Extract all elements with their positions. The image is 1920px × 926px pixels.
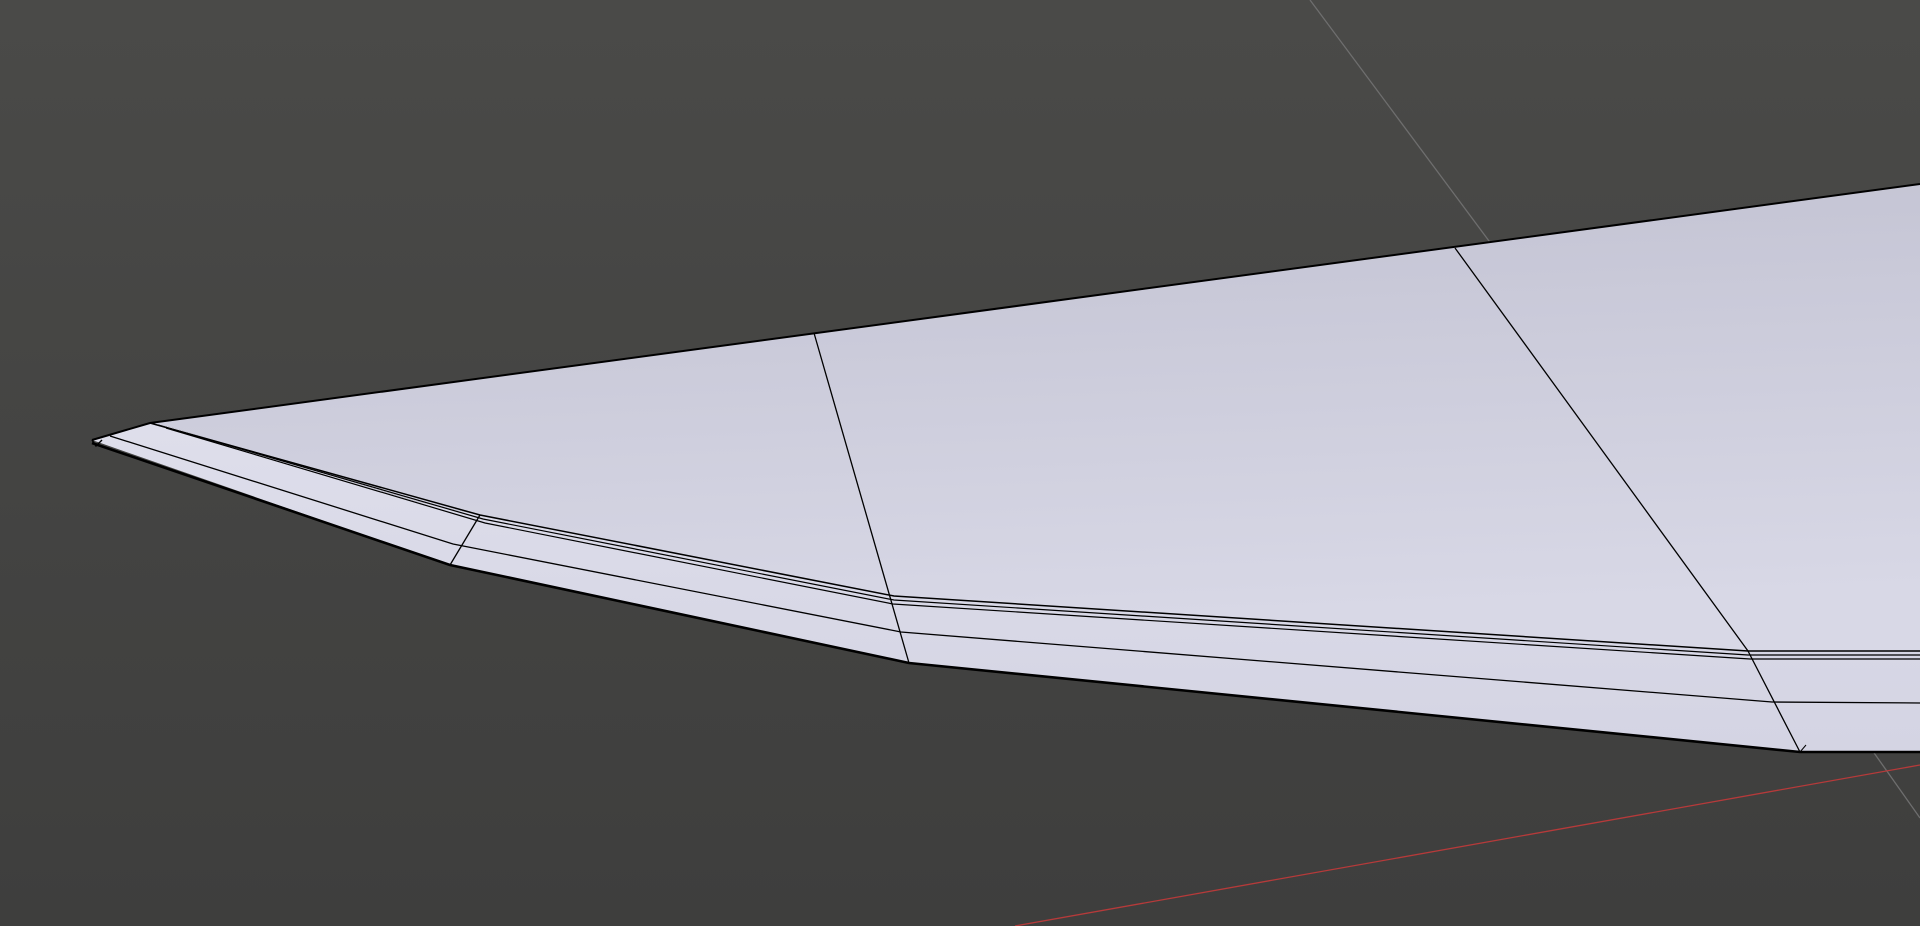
3d-viewport[interactable] <box>0 0 1920 926</box>
viewport-canvas[interactable] <box>0 0 1920 926</box>
